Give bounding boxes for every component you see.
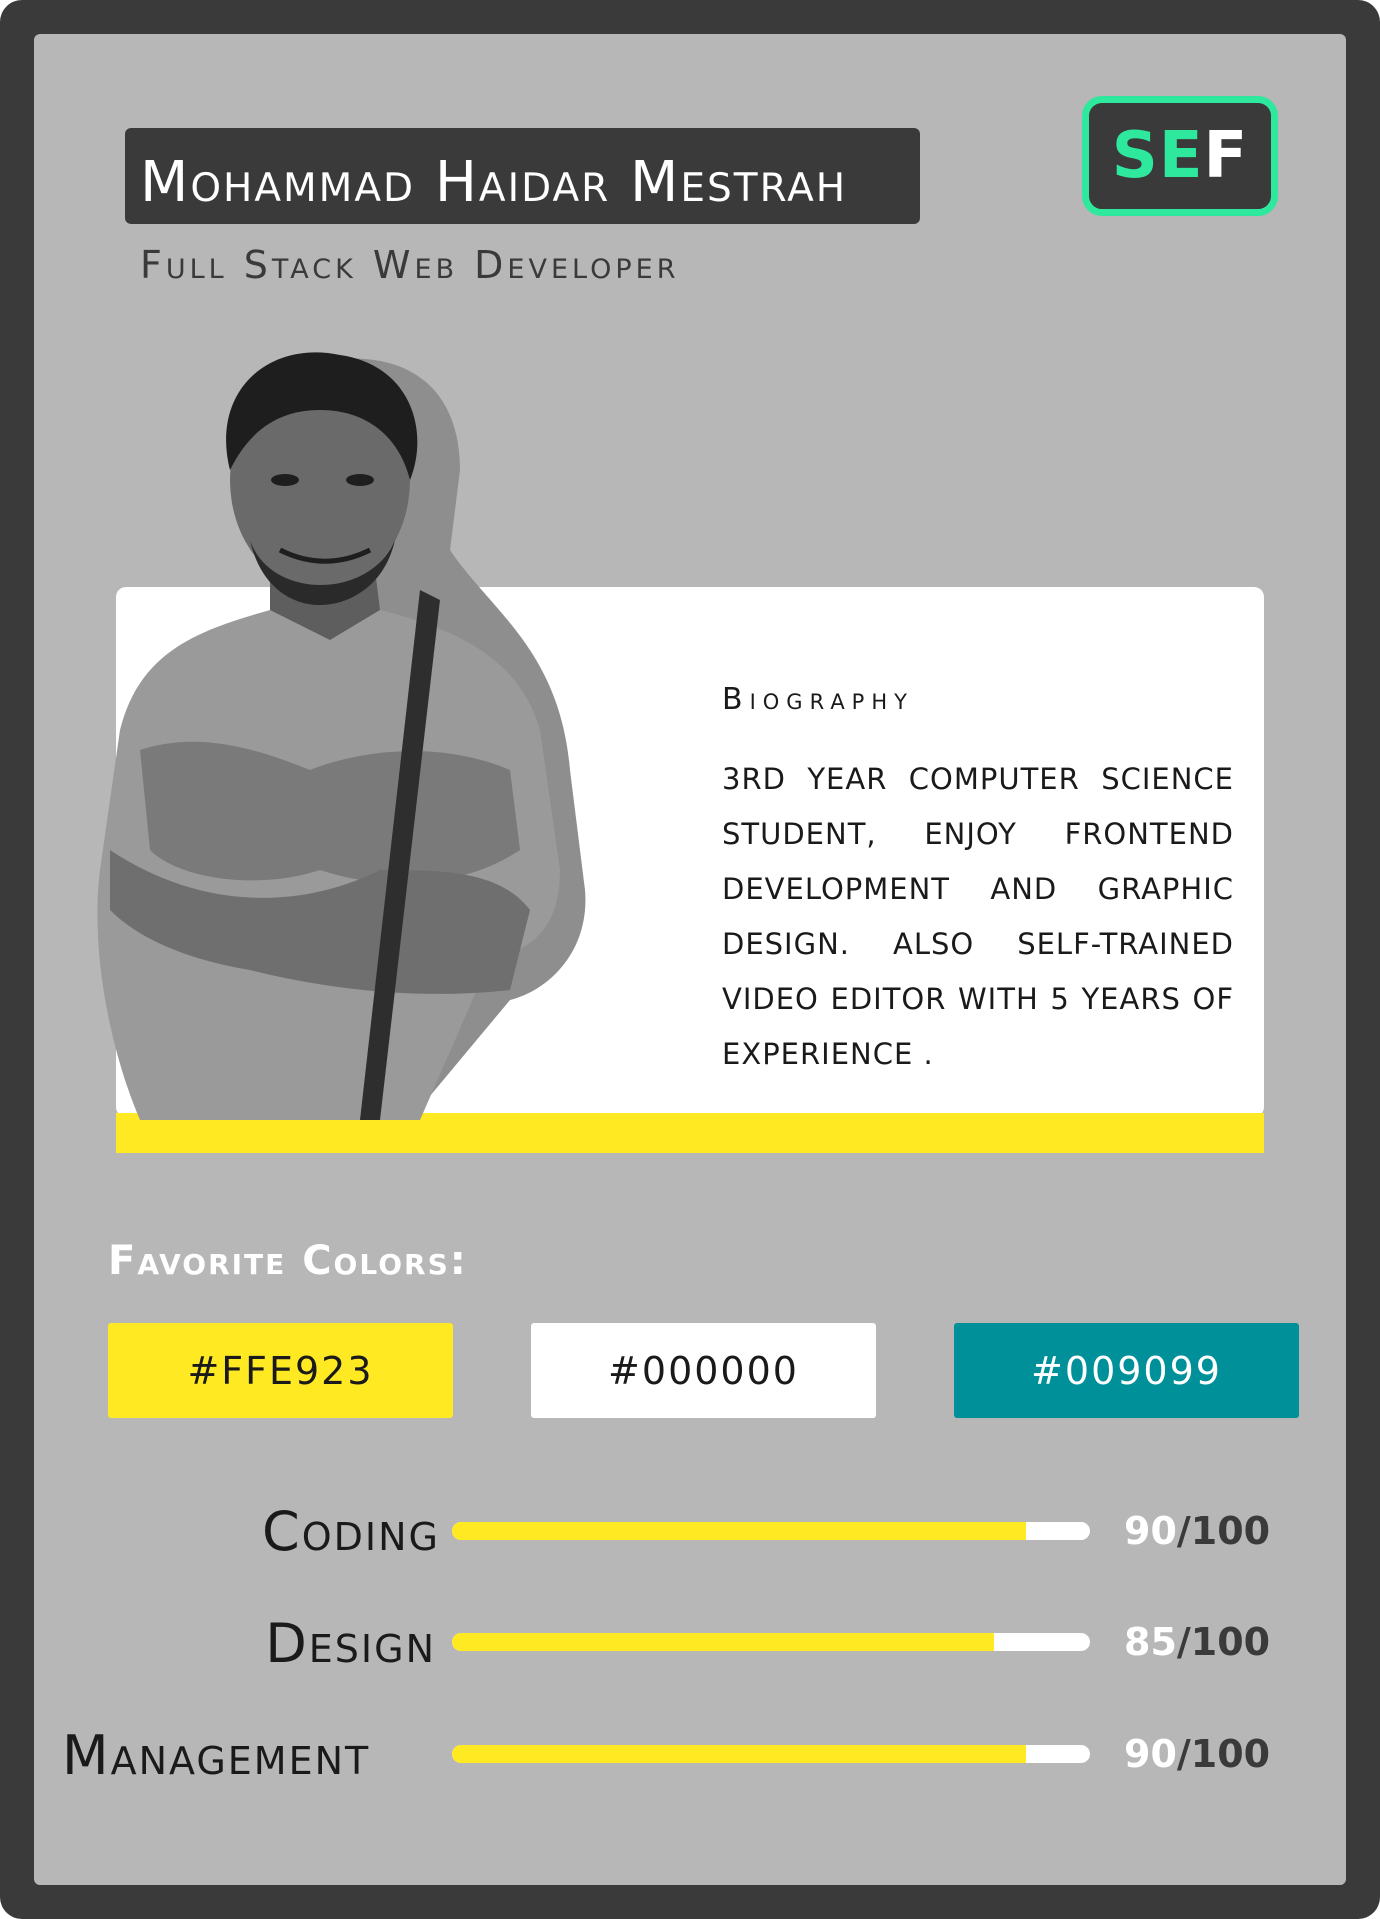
skill-score-management: 90/100 bbox=[1124, 1729, 1270, 1779]
skill-score-max: /100 bbox=[1176, 1509, 1271, 1553]
biography-text: 3RD YEAR COMPUTER SCIENCE STUDENT, ENJOY… bbox=[722, 762, 1234, 1071]
color-swatch-label: #009099 bbox=[1031, 1348, 1222, 1393]
color-swatch-teal: #009099 bbox=[954, 1323, 1299, 1418]
skill-score-value: 85 bbox=[1124, 1620, 1177, 1664]
profile-role: Full Stack Web Developer bbox=[140, 243, 680, 287]
skill-score-max: /100 bbox=[1176, 1620, 1271, 1664]
color-swatch-label: #FFE923 bbox=[187, 1348, 374, 1393]
biography-title: Biography bbox=[722, 682, 914, 717]
skill-bar-coding bbox=[452, 1522, 1090, 1540]
skill-score-value: 90 bbox=[1124, 1509, 1177, 1553]
skill-bar-fill bbox=[452, 1745, 1027, 1763]
skill-score-value: 90 bbox=[1124, 1732, 1177, 1776]
skill-label-coding: Coding bbox=[262, 1500, 440, 1563]
favorite-colors-title: Favorite Colors: bbox=[108, 1238, 468, 1284]
skill-score-design: 85/100 bbox=[1124, 1617, 1270, 1667]
logo-part-1: SE bbox=[1111, 119, 1204, 193]
skill-score-max: /100 bbox=[1176, 1732, 1271, 1776]
skill-label-design: Design bbox=[265, 1612, 436, 1675]
color-swatch-yellow: #FFE923 bbox=[108, 1323, 453, 1418]
sef-logo: SE F bbox=[1082, 96, 1278, 216]
skill-bar-fill bbox=[452, 1522, 1027, 1540]
skill-score-coding: 90/100 bbox=[1124, 1506, 1270, 1556]
skill-bar-fill bbox=[452, 1633, 995, 1651]
color-swatch-label: #000000 bbox=[608, 1348, 799, 1393]
skill-label-management: Management bbox=[62, 1724, 371, 1787]
skill-bar-management bbox=[452, 1745, 1090, 1763]
logo-part-2: F bbox=[1203, 119, 1249, 193]
profile-photo bbox=[97, 352, 586, 1120]
color-swatch-white: #000000 bbox=[531, 1323, 876, 1418]
profile-name: Mohammad Haidar Mestrah bbox=[140, 150, 848, 215]
skill-bar-design bbox=[452, 1633, 1090, 1651]
